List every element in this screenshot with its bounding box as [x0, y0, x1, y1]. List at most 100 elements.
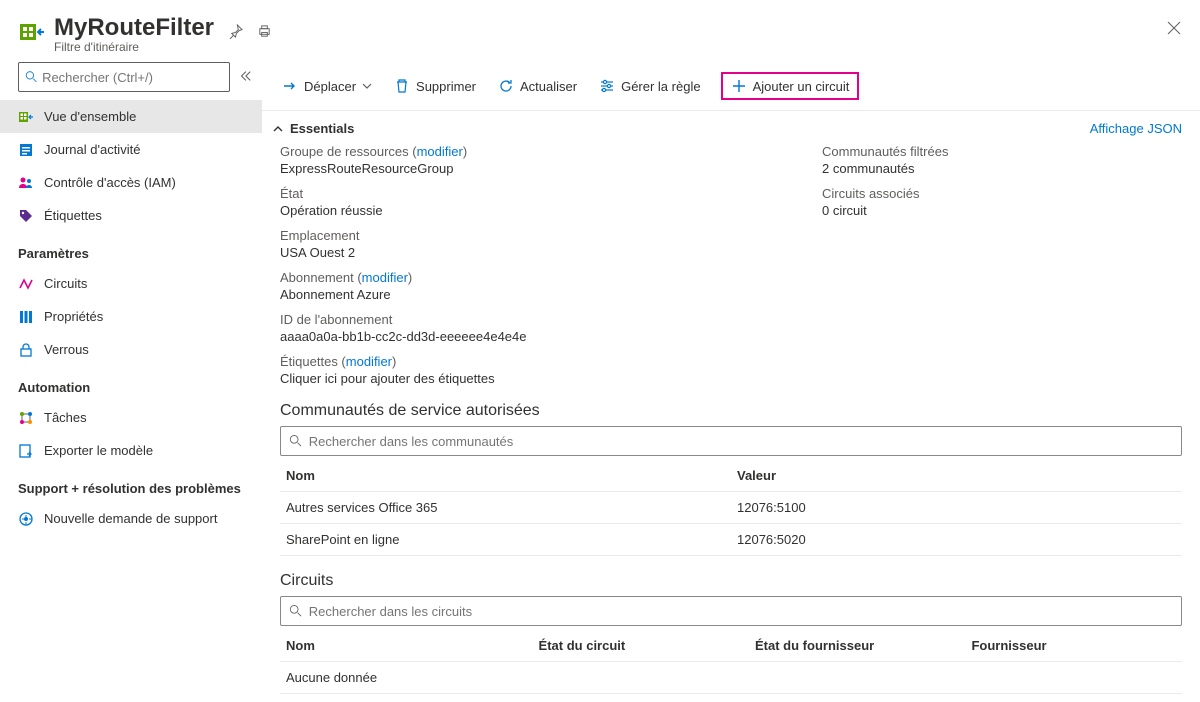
sidebar-label: Exporter le modèle — [44, 443, 153, 458]
sidebar-item-new-support-request[interactable]: Nouvelle demande de support — [0, 502, 262, 535]
sidebar-item-activity-log[interactable]: Journal d'activité — [0, 133, 262, 166]
state-value: Opération réussie — [280, 203, 762, 218]
access-control-icon — [18, 175, 34, 191]
print-icon[interactable] — [257, 24, 272, 39]
search-icon — [25, 70, 38, 84]
chevron-up-icon — [272, 123, 284, 135]
sidebar-item-iam[interactable]: Contrôle d'accès (IAM) — [0, 166, 262, 199]
circuits-search[interactable] — [280, 596, 1182, 626]
sidebar-section-support: Support + résolution des problèmes — [0, 467, 262, 502]
modify-subscription-link[interactable]: modifier — [362, 270, 408, 285]
table-row[interactable]: Autres services Office 365 12076:5100 — [280, 492, 1182, 524]
sidebar-label: Nouvelle demande de support — [44, 511, 217, 526]
move-icon — [282, 78, 298, 94]
subscription-id-label: ID de l'abonnement — [280, 312, 762, 327]
sidebar-search-input[interactable] — [38, 70, 223, 85]
page-title: MyRouteFilter — [54, 14, 214, 42]
communities-search-input[interactable] — [303, 434, 1173, 449]
main-panel: Déplacer Supprimer Actualiser Gérer la r… — [262, 62, 1200, 702]
sidebar-item-locks[interactable]: Verrous — [0, 333, 262, 366]
circuits-table: Nom État du circuit État du fournisseur … — [280, 630, 1182, 694]
sidebar-label: Étiquettes — [44, 208, 102, 223]
resource-group-value[interactable]: ExpressRouteResourceGroup — [280, 161, 762, 176]
location-value: USA Ouest 2 — [280, 245, 762, 260]
associated-circuits-label: Circuits associés — [822, 186, 1182, 201]
essentials-toggle[interactable]: Essentials — [272, 121, 354, 136]
communities-section: Communautés de service autorisées Nom Va… — [262, 396, 1200, 566]
pin-icon[interactable] — [228, 24, 243, 39]
circuits-col-state[interactable]: État du circuit — [533, 630, 749, 662]
manage-rule-button[interactable]: Gérer la règle — [597, 74, 702, 98]
tags-icon — [18, 208, 34, 224]
sidebar-label: Propriétés — [44, 309, 103, 324]
sidebar-item-circuits[interactable]: Circuits — [0, 267, 262, 300]
sidebar-search[interactable] — [18, 62, 230, 92]
toolbar: Déplacer Supprimer Actualiser Gérer la r… — [262, 62, 1200, 111]
circuits-section-title: Circuits — [280, 572, 1182, 590]
support-icon — [18, 511, 34, 527]
sidebar-item-overview[interactable]: Vue d'ensemble — [0, 100, 262, 133]
sidebar-item-export-template[interactable]: Exporter le modèle — [0, 434, 262, 467]
associated-circuits-value: 0 circuit — [822, 203, 1182, 218]
sidebar-section-automation: Automation — [0, 366, 262, 401]
sidebar-item-tags[interactable]: Étiquettes — [0, 199, 262, 232]
sidebar: Vue d'ensemble Journal d'activité Contrô… — [0, 62, 262, 702]
delete-button[interactable]: Supprimer — [392, 74, 478, 98]
circuits-search-input[interactable] — [303, 604, 1173, 619]
subscription-value[interactable]: Abonnement Azure — [280, 287, 762, 302]
modify-tags-link[interactable]: modifier — [346, 354, 392, 369]
refresh-button[interactable]: Actualiser — [496, 74, 579, 98]
search-icon — [289, 434, 303, 448]
essentials-section: Groupe de ressources (modifier) ExpressR… — [262, 140, 1200, 396]
sidebar-label: Vue d'ensemble — [44, 109, 136, 124]
filtered-communities-value: 2 communautés — [822, 161, 1182, 176]
collapse-sidebar-icon[interactable] — [238, 69, 252, 86]
page-subtitle: Filtre d'itinéraire — [54, 40, 214, 54]
settings-icon — [599, 78, 615, 94]
communities-section-title: Communautés de service autorisées — [280, 402, 1182, 420]
json-view-link[interactable]: Affichage JSON — [1090, 121, 1182, 136]
export-template-icon — [18, 443, 34, 459]
state-label: État — [280, 186, 762, 201]
communities-search[interactable] — [280, 426, 1182, 456]
communities-col-name[interactable]: Nom — [280, 460, 731, 492]
activity-log-icon — [18, 142, 34, 158]
sidebar-label: Contrôle d'accès (IAM) — [44, 175, 176, 190]
table-row[interactable]: SharePoint en ligne 12076:5020 — [280, 524, 1182, 556]
tasks-icon — [18, 410, 34, 426]
sidebar-section-settings: Paramètres — [0, 232, 262, 267]
circuits-col-name[interactable]: Nom — [280, 630, 533, 662]
properties-icon — [18, 309, 34, 325]
communities-table: Nom Valeur Autres services Office 365 12… — [280, 460, 1182, 556]
move-button[interactable]: Déplacer — [280, 74, 374, 98]
sidebar-label: Verrous — [44, 342, 89, 357]
sidebar-label: Journal d'activité — [44, 142, 140, 157]
route-filter-small-icon — [18, 109, 34, 125]
sidebar-item-properties[interactable]: Propriétés — [0, 300, 262, 333]
table-row: Aucune donnée — [280, 662, 1182, 694]
modify-resource-group-link[interactable]: modifier — [417, 144, 463, 159]
subscription-label: Abonnement (modifier) — [280, 270, 762, 285]
circuits-col-provider[interactable]: Fournisseur — [965, 630, 1182, 662]
communities-col-value[interactable]: Valeur — [731, 460, 1182, 492]
circuits-col-provider-state[interactable]: État du fournisseur — [749, 630, 965, 662]
circuits-icon — [18, 276, 34, 292]
trash-icon — [394, 78, 410, 94]
circuits-nodata: Aucune donnée — [280, 662, 1182, 694]
tags-value[interactable]: Cliquer ici pour ajouter des étiquettes — [280, 371, 762, 386]
add-circuit-button[interactable]: Ajouter un circuit — [721, 72, 860, 100]
refresh-icon — [498, 78, 514, 94]
close-icon[interactable] — [1166, 20, 1182, 36]
resource-group-label: Groupe de ressources (modifier) — [280, 144, 762, 159]
sidebar-item-tasks[interactable]: Tâches — [0, 401, 262, 434]
sidebar-label: Circuits — [44, 276, 87, 291]
location-label: Emplacement — [280, 228, 762, 243]
chevron-down-icon — [362, 81, 372, 91]
tags-label: Étiquettes (modifier) — [280, 354, 762, 369]
subscription-id-value: aaaa0a0a-bb1b-cc2c-dd3d-eeeeee4e4e4e — [280, 329, 762, 344]
filtered-communities-label: Communautés filtrées — [822, 144, 1182, 159]
circuits-section: Circuits Nom État du circuit État du fou… — [262, 566, 1200, 702]
plus-icon — [731, 78, 747, 94]
sidebar-label: Tâches — [44, 410, 87, 425]
lock-icon — [18, 342, 34, 358]
